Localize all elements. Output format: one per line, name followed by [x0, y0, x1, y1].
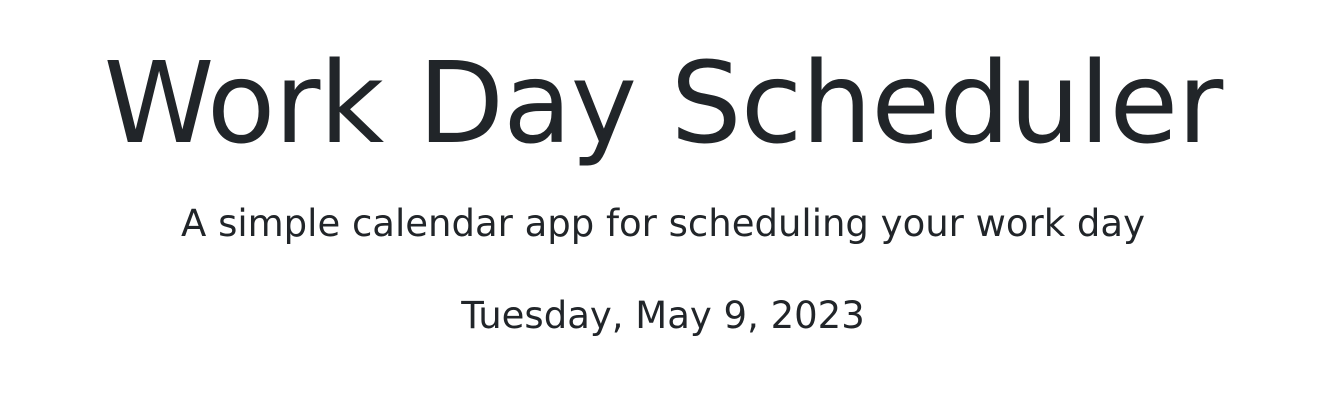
- page-header: Work Day Scheduler A simple calendar app…: [0, 0, 1326, 412]
- page-title: Work Day Scheduler: [103, 39, 1224, 169]
- page-subtitle: A simple calendar app for scheduling you…: [181, 202, 1145, 245]
- current-date: Tuesday, May 9, 2023: [461, 294, 865, 337]
